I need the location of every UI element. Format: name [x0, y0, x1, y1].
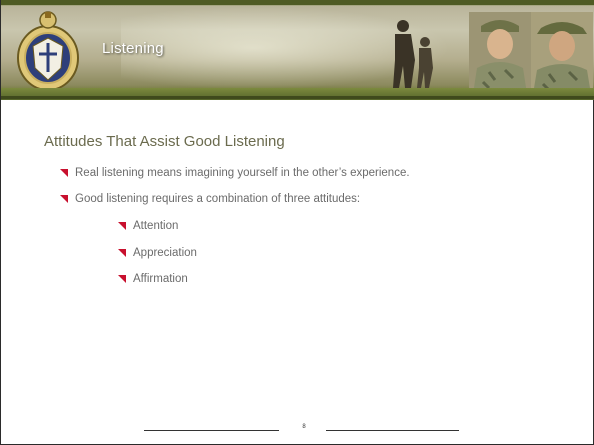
- red-triangle-bullet-icon: [60, 195, 68, 203]
- soldier-silhouette-image: [393, 20, 433, 88]
- soldier-photo-right: [531, 12, 593, 94]
- bullet-item: Good listening requires a combination of…: [60, 193, 360, 205]
- banner-top-stripe: [1, 0, 594, 5]
- red-triangle-bullet-icon: [118, 222, 126, 230]
- banner-divider: [1, 96, 594, 99]
- bullet-text: Real listening means imagining yourself …: [75, 167, 410, 179]
- red-triangle-bullet-icon: [118, 249, 126, 257]
- footer-line-right: [326, 430, 459, 431]
- bullet-text: Good listening requires a combination of…: [75, 193, 361, 205]
- bullet-item: Real listening means imagining yourself …: [60, 167, 410, 179]
- red-triangle-bullet-icon: [118, 275, 126, 283]
- sub-bullet-item: Affirmation: [118, 273, 188, 285]
- red-triangle-bullet-icon: [60, 169, 68, 177]
- sub-bullet-item: Attention: [118, 220, 178, 232]
- content-heading: Attitudes That Assist Good Listening: [44, 133, 285, 150]
- slide-title: Listening: [102, 40, 164, 57]
- sub-bullet-item: Appreciation: [118, 247, 197, 259]
- slide: Listening Attitudes That Assist Good Lis…: [0, 0, 594, 445]
- soldier-photo-left: [469, 12, 531, 94]
- footer-line-left: [144, 430, 279, 431]
- page-number: 8: [302, 424, 306, 430]
- sub-bullet-text: Attention: [133, 220, 179, 232]
- army-chaplain-seal-icon: [17, 11, 79, 91]
- sub-bullet-text: Appreciation: [133, 247, 197, 259]
- header-banner: Listening: [1, 0, 594, 100]
- sub-bullet-text: Affirmation: [133, 273, 188, 285]
